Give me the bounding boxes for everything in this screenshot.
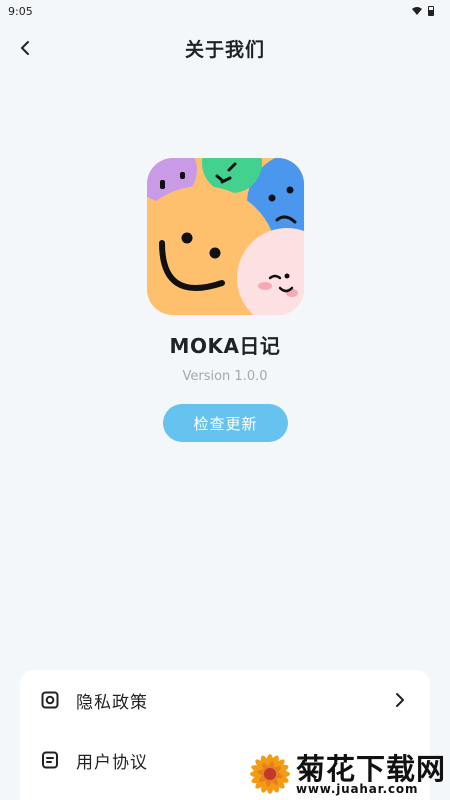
menu-item-privacy-policy[interactable]: 隐私政策 (20, 672, 430, 728)
status-icons (412, 6, 434, 16)
menu-item-label: 用户协议 (76, 752, 148, 773)
watermark-url: www.juahar.com (296, 782, 419, 796)
check-update-button[interactable]: 检查更新 (163, 404, 288, 442)
status-bar: 9:05 (0, 0, 450, 22)
back-arrow-icon (21, 41, 29, 55)
page-title: 关于我们 (184, 38, 265, 61)
document-icon (41, 751, 59, 769)
watermark: 菊花下载网 www.juahar.com (244, 744, 450, 800)
app-version: Version 1.0.0 (182, 369, 268, 384)
battery-icon (428, 6, 434, 16)
app-logo (147, 158, 304, 315)
menu-item-label: 隐私政策 (76, 692, 148, 713)
app-name: MOKA日记 (169, 334, 281, 358)
privacy-icon (41, 691, 59, 709)
check-update-label: 检查更新 (193, 414, 258, 433)
chevron-right-icon (396, 693, 404, 707)
flower-logo-icon (250, 754, 290, 794)
back-button[interactable] (12, 34, 40, 62)
status-time: 9:05 (8, 4, 33, 18)
wifi-icon (412, 7, 422, 15)
moka-smiley-logo-icon (147, 158, 304, 315)
header: 关于我们 (0, 28, 450, 68)
